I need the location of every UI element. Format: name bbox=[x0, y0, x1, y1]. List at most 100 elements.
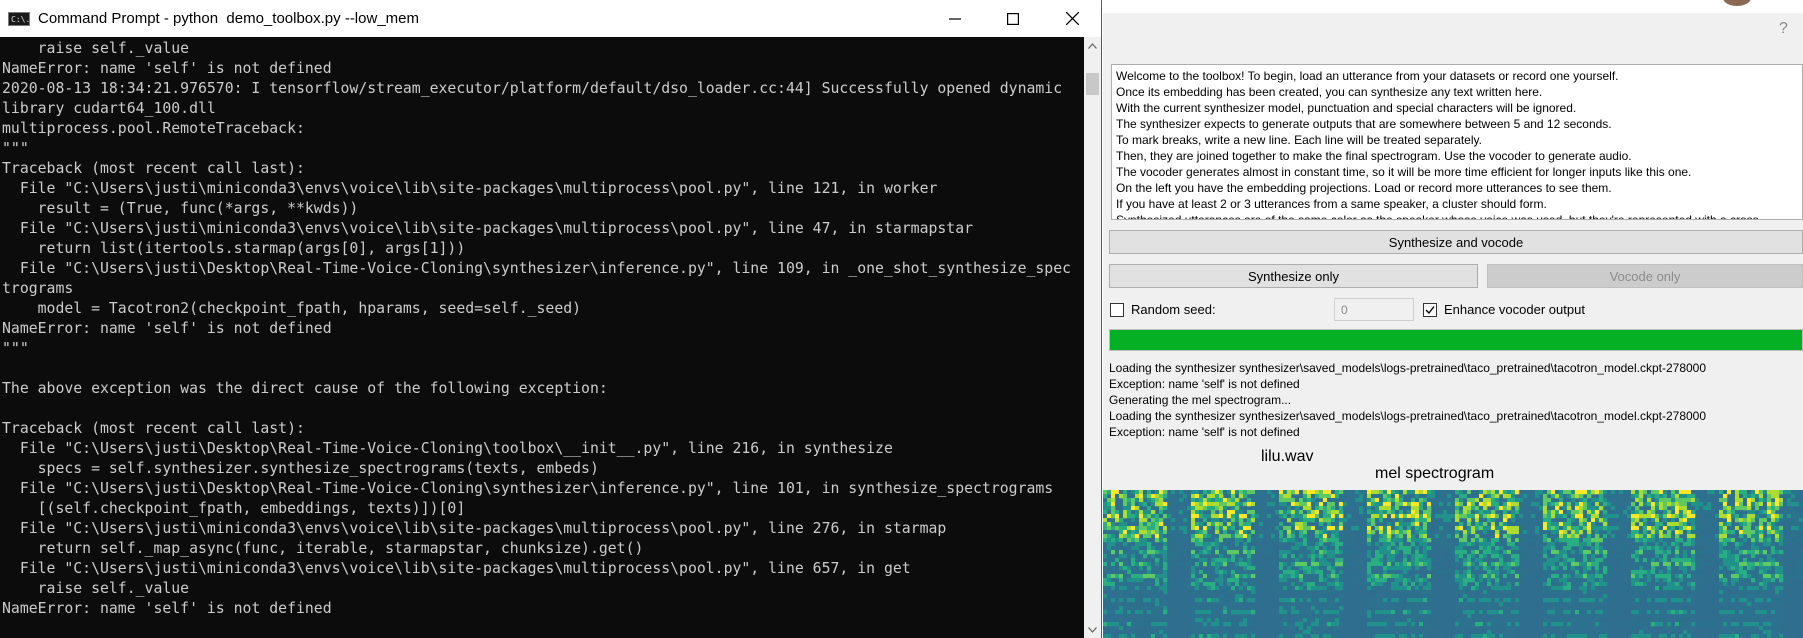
spectrogram-cell bbox=[1635, 526, 1640, 531]
spectrogram-cell bbox=[1135, 530, 1140, 535]
cmd-titlebar[interactable]: C:\. Command Prompt - python demo_toolbo… bbox=[0, 0, 1101, 37]
spectrogram-cell bbox=[1375, 614, 1380, 619]
spectrogram-cell bbox=[1239, 494, 1244, 499]
spectrogram-cell bbox=[1683, 574, 1688, 579]
spectrogram-cell bbox=[1651, 514, 1656, 519]
spectrogram-cell bbox=[1711, 510, 1716, 515]
spectrogram-cell bbox=[1347, 562, 1352, 567]
spectrogram-cell bbox=[1195, 526, 1200, 531]
spectrogram-cell bbox=[1111, 510, 1116, 515]
spectrogram-cell bbox=[1151, 530, 1156, 535]
spectrogram-cell bbox=[1747, 566, 1752, 571]
scrollbar-thumb[interactable] bbox=[1086, 73, 1099, 95]
spectrogram-cell bbox=[1755, 494, 1760, 499]
close-button[interactable] bbox=[1043, 0, 1101, 37]
spectrogram-cell bbox=[1655, 622, 1660, 627]
spectrogram-cell bbox=[1403, 570, 1408, 575]
spectrogram-cell bbox=[1283, 530, 1288, 535]
spectrogram-cell bbox=[1375, 562, 1380, 567]
scroll-down-button[interactable] bbox=[1084, 621, 1101, 638]
synthesize-and-vocode-button[interactable]: Synthesize and vocode bbox=[1109, 230, 1803, 254]
vocode-only-button[interactable]: Vocode only bbox=[1487, 264, 1803, 288]
random-seed-checkbox[interactable] bbox=[1110, 303, 1124, 317]
spectrogram-cell bbox=[1767, 494, 1772, 499]
spectrogram-cell bbox=[1303, 542, 1308, 547]
help-icon[interactable]: ? bbox=[1779, 20, 1788, 38]
spectrogram-cell bbox=[1583, 490, 1588, 495]
spectrogram-cell bbox=[1587, 526, 1592, 531]
spectrogram-cell bbox=[1379, 518, 1384, 523]
spectrogram-cell bbox=[1331, 574, 1336, 579]
spectrogram-cell bbox=[1135, 590, 1140, 595]
spectrogram-cell bbox=[1211, 494, 1216, 499]
spectrogram-cell bbox=[1655, 558, 1660, 563]
spectrogram-cell bbox=[1115, 610, 1120, 615]
spectrogram-cell bbox=[1155, 514, 1160, 519]
spectrogram-cell bbox=[1799, 498, 1803, 503]
spectrogram-cell bbox=[1375, 594, 1380, 599]
spectrogram-cell bbox=[1243, 562, 1248, 567]
vertical-scrollbar[interactable] bbox=[1084, 37, 1101, 638]
spectrogram-cell bbox=[1631, 574, 1636, 579]
spectrogram-cell bbox=[1723, 538, 1728, 543]
spectrogram-cell bbox=[1163, 546, 1168, 551]
spectrogram-cell bbox=[1763, 522, 1768, 527]
minimize-button[interactable] bbox=[926, 0, 984, 37]
spectrogram-cell bbox=[1411, 602, 1416, 607]
spectrogram-cell bbox=[1723, 562, 1728, 567]
text-input-area[interactable]: Welcome to the toolbox! To begin, load a… bbox=[1111, 64, 1803, 220]
spectrogram-cell bbox=[1767, 582, 1772, 587]
spectrogram-cell bbox=[1303, 594, 1308, 599]
spectrogram-cell bbox=[1687, 490, 1692, 495]
spectrogram-cell bbox=[1547, 526, 1552, 531]
spectrogram-cell bbox=[1463, 570, 1468, 575]
spectrogram-cell bbox=[1315, 634, 1320, 638]
spectrogram-cell bbox=[1747, 598, 1752, 603]
seed-input[interactable] bbox=[1334, 298, 1414, 321]
enhance-vocoder-checkbox[interactable] bbox=[1423, 303, 1437, 317]
spectrogram-cell bbox=[1523, 534, 1528, 539]
spectrogram-cell bbox=[1495, 490, 1500, 495]
spectrogram-cell bbox=[1299, 626, 1304, 631]
spectrogram-cell bbox=[1563, 622, 1568, 627]
spectrogram-cell bbox=[1587, 574, 1592, 579]
spectrogram-cell bbox=[1307, 498, 1312, 503]
scroll-up-button[interactable] bbox=[1084, 37, 1101, 54]
spectrogram-cell bbox=[1587, 506, 1592, 511]
spectrogram-cell bbox=[1439, 498, 1444, 503]
spectrogram-cell bbox=[1731, 530, 1736, 535]
spectrogram-cell bbox=[1219, 570, 1224, 575]
spectrogram-cell bbox=[1679, 514, 1684, 519]
spectrogram-cell bbox=[1119, 542, 1124, 547]
spectrogram-cell bbox=[1151, 610, 1156, 615]
spectrogram-cell bbox=[1119, 594, 1124, 599]
spectrogram-cell bbox=[1243, 506, 1248, 511]
spectrogram-cell bbox=[1599, 578, 1604, 583]
spectrogram-cell bbox=[1427, 546, 1432, 551]
spectrogram-cell bbox=[1755, 518, 1760, 523]
spectrogram-cell bbox=[1683, 586, 1688, 591]
spectrogram-cell bbox=[1515, 514, 1520, 519]
spectrogram-cell bbox=[1791, 526, 1796, 531]
spectrogram-cell bbox=[1283, 574, 1288, 579]
spectrogram-cell bbox=[1315, 490, 1320, 495]
spectrogram-cell bbox=[1179, 494, 1184, 499]
spectrogram-cell bbox=[1791, 530, 1796, 535]
spectrogram-cell bbox=[1467, 506, 1472, 511]
synthesize-only-button[interactable]: Synthesize only bbox=[1109, 264, 1478, 288]
spectrogram-cell bbox=[1759, 494, 1764, 499]
spectrogram-cell bbox=[1587, 554, 1592, 559]
spectrogram-cell bbox=[1739, 622, 1744, 627]
spectrogram-cell bbox=[1287, 530, 1292, 535]
spectrogram-cell bbox=[1791, 514, 1796, 519]
spectrogram-cell bbox=[1355, 574, 1360, 579]
spectrogram-cell bbox=[1775, 550, 1780, 555]
spectrogram-cell bbox=[1299, 554, 1304, 559]
spectrogram-cell bbox=[1239, 534, 1244, 539]
maximize-button[interactable] bbox=[984, 0, 1042, 37]
spectrogram-cell bbox=[1507, 490, 1512, 495]
console-output[interactable]: raise self._value NameError: name 'self'… bbox=[2, 39, 1082, 638]
spectrogram-cell bbox=[1187, 558, 1192, 563]
spectrogram-cell bbox=[1743, 514, 1748, 519]
spectrogram-cell bbox=[1291, 534, 1296, 539]
